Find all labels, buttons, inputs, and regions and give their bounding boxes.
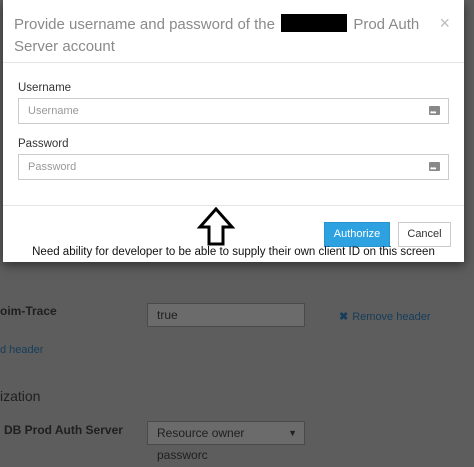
header-value-input[interactable]: true xyxy=(147,303,305,327)
close-icon: ✖ xyxy=(339,311,349,323)
password-field[interactable]: Password xyxy=(18,154,449,181)
authorization-section-heading: ization xyxy=(0,388,41,404)
grant-type-select[interactable]: Resource owner passworc ▼ xyxy=(147,421,305,462)
chevron-down-icon: ▼ xyxy=(288,428,297,438)
username-field[interactable]: Username xyxy=(18,98,449,125)
password-manager-icon[interactable] xyxy=(429,157,440,181)
password-label: Password xyxy=(18,138,69,150)
redaction-block xyxy=(281,14,348,32)
dialog-header: Provide username and password of the Pro… xyxy=(3,0,464,63)
password-manager-icon[interactable] xyxy=(429,101,440,125)
auth-dialog: Provide username and password of the Pro… xyxy=(3,0,464,262)
dialog-title: Provide username and password of the Pro… xyxy=(14,14,420,55)
up-arrow-icon xyxy=(196,207,236,246)
username-label: Username xyxy=(18,82,72,94)
authorize-button[interactable]: Authorize xyxy=(324,222,390,247)
auth-server-label: DB Prod Auth Server xyxy=(4,423,123,437)
close-icon[interactable]: × xyxy=(439,14,450,32)
add-header-link[interactable]: d header xyxy=(0,344,43,356)
footer-divider xyxy=(3,205,464,206)
header-name-label: oim-Trace xyxy=(0,304,57,318)
remove-header-link[interactable]: ✖ Remove header xyxy=(339,310,431,323)
annotation-note: Need ability for developer to be able to… xyxy=(32,246,435,258)
cancel-button[interactable]: Cancel xyxy=(398,222,451,247)
